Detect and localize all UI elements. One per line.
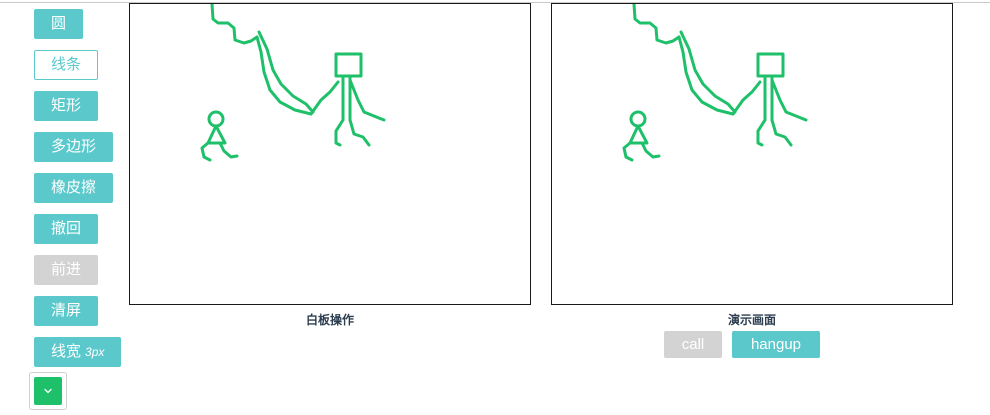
redo-button[interactable]: 前进 [34, 255, 99, 285]
line-width-button[interactable]: 线宽 3px [34, 337, 122, 367]
line-width-value: 3px [85, 345, 105, 359]
preview-drawing [622, 4, 808, 162]
preview-caption: 演示画面 [727, 313, 776, 327]
chevron-down-icon [44, 388, 52, 394]
pen-color-swatch [34, 377, 62, 405]
undo-button[interactable]: 撤回 [34, 214, 99, 244]
whiteboard-drawing [200, 4, 386, 162]
eraser-tool-button[interactable]: 橡皮擦 [34, 173, 114, 203]
line-tool-button[interactable]: 线条 [34, 50, 99, 80]
pen-color-picker[interactable] [29, 372, 67, 410]
circle-tool-button[interactable]: 圆 [34, 9, 84, 39]
hangup-button[interactable]: hangup [732, 331, 820, 358]
polygon-tool-button[interactable]: 多边形 [34, 132, 114, 162]
call-button[interactable]: call [664, 331, 722, 358]
clear-screen-button[interactable]: 清屏 [34, 296, 99, 326]
whiteboard-caption: 白板操作 [305, 313, 354, 327]
rectangle-tool-button[interactable]: 矩形 [34, 91, 99, 121]
whiteboard-canvas[interactable] [129, 3, 531, 305]
line-width-label: 线宽 [51, 343, 82, 360]
preview-canvas [551, 3, 953, 305]
